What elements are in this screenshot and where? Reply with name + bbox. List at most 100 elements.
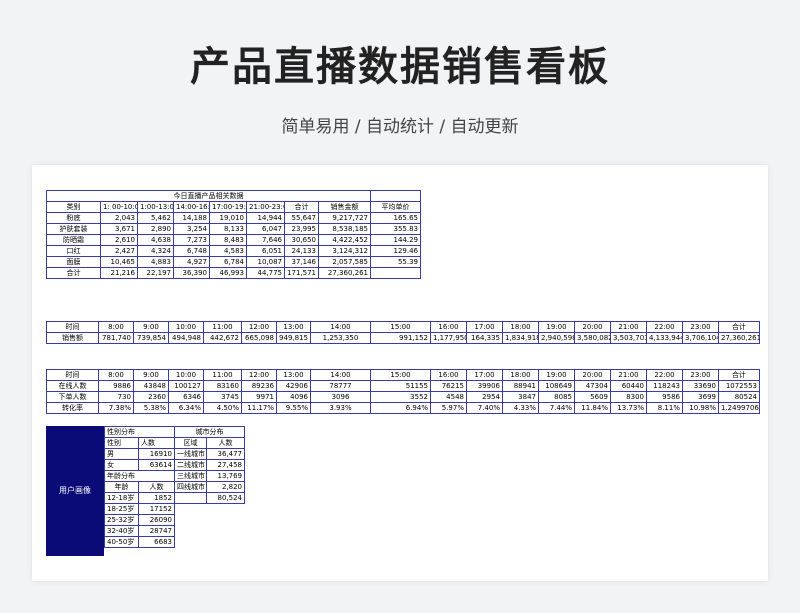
table-row: 护肤套装 3,671 2,890 3,254 8,133 6,047 23,995 8,538… — [46, 223, 421, 235]
table-cell: 47304 — [574, 380, 611, 392]
table-cell: 3096 — [310, 391, 371, 403]
table-cell: 3,671 — [100, 223, 138, 235]
table-row: 转化率 7.38% 5.38% 6.34% 4.50% 11.17% 9.55% 3.93% 6… — [46, 402, 760, 414]
table-row: 防晒霜 2,610 4,638 7,273 8,483 7,646 30,650 4,422,… — [46, 234, 421, 246]
table-cell: 5.38% — [133, 402, 169, 414]
table-header-row: 时间 8:00 9:00 10:00 11:00 12:00 13:00 14:00 15:00… — [46, 369, 760, 381]
table-cell: 165.65 — [370, 212, 421, 224]
column-header: 人数 — [138, 481, 175, 493]
table-cell: 44,775 — [246, 267, 285, 279]
page-subtitle: 简单易用 / 自动统计 / 自动更新 — [281, 117, 519, 137]
table-row: 在线人数 9886 43848 100127 83160 89236 42906 78777 5… — [46, 380, 760, 392]
column-header: 21:00-23:00 — [246, 201, 285, 213]
table-cell: 22,197 — [137, 267, 174, 279]
column-header: 人数 — [206, 437, 245, 449]
table-row: 80,524 — [174, 492, 245, 504]
table-cell: 8:00 — [98, 321, 134, 333]
table-row: 12-18岁 1852 — [104, 492, 175, 504]
row-label: 合计 — [46, 267, 101, 279]
table-cell: 3,124,312 — [318, 245, 371, 257]
section-title-row: 性别分布 — [104, 426, 175, 438]
user-portrait-label: 用户画像 — [46, 426, 104, 556]
table-cell: 6,748 — [173, 245, 210, 257]
table-cell: 18:00 — [502, 321, 539, 333]
spreadsheet-panel: 今日直播产品相关数据 类别 1: 00-10:0 1:00-13:0 14:00-16… — [32, 165, 768, 581]
table-cell: 4548 — [430, 391, 467, 403]
table-cell: 2,610 — [100, 234, 138, 246]
table-cell: 8.11% — [646, 402, 683, 414]
table-cell: 100127 — [168, 380, 204, 392]
table-cell: 21,216 — [100, 267, 138, 279]
table-cell: 21:00 — [610, 369, 647, 381]
table-cell: 27,458 — [206, 459, 245, 471]
table-cell: 46,993 — [209, 267, 247, 279]
table-cell: 3,503,701 — [610, 332, 647, 344]
table-cell: 2,890 — [137, 223, 174, 235]
table-cell: 3.93% — [310, 402, 371, 414]
table-cell: 1852 — [138, 492, 175, 504]
table-cell: 19:00 — [538, 369, 575, 381]
table-cell: 17:00 — [466, 321, 503, 333]
column-header: 销售金额 — [318, 201, 371, 213]
table-cell: 5.97% — [430, 402, 467, 414]
table-cell: 51155 — [370, 380, 431, 392]
table-cell: 88941 — [502, 380, 539, 392]
table-cell: 39906 — [466, 380, 503, 392]
table-cell: 8,133 — [209, 223, 247, 235]
table-cell: 3699 — [682, 391, 719, 403]
table-header-row: 类别1: 00-10:01:00-13:014:00-16:017:00-19:… — [46, 201, 421, 213]
page-title: 产品直播数据销售看板 — [190, 44, 610, 90]
table-cell: 781,740 — [98, 332, 134, 344]
row-label: 一线城市 — [174, 448, 207, 460]
column-header: 类别 — [46, 201, 101, 213]
product-data-table: 今日直播产品相关数据 类别 1: 00-10:0 1:00-13:0 14:00-16… — [46, 190, 421, 279]
table-cell: 17152 — [138, 503, 175, 515]
table-cell: 24,133 — [284, 245, 319, 257]
table-cell: 10,087 — [246, 256, 285, 268]
table-cell: 18:00 — [502, 369, 539, 381]
table-cell: 4,638 — [137, 234, 174, 246]
table-cell: 9971 — [241, 391, 277, 403]
table-cell: 33690 — [682, 380, 719, 392]
table-cell: 2,820 — [206, 481, 245, 493]
table-header-row: 年龄 人数 — [104, 481, 175, 493]
table-cell: 20:00 — [574, 369, 611, 381]
table-cell: 2,057,585 — [318, 256, 371, 268]
table-cell: 1.24997069 — [718, 402, 760, 414]
table-cell: 12:00 — [241, 321, 277, 333]
table-cell: 949,815 — [276, 332, 311, 344]
table-cell: 9,217,727 — [318, 212, 371, 224]
table-cell: 22:00 — [646, 321, 683, 333]
table-cell: 17:00 — [466, 369, 503, 381]
table-cell: 19,010 — [209, 212, 247, 224]
table-cell: 36,390 — [173, 267, 210, 279]
table-row: 下单人数 730 2360 6346 3745 9971 4096 3096 3552 4548 2… — [46, 391, 760, 403]
table-cell: 171,571 — [284, 267, 319, 279]
table-cell: 3745 — [203, 391, 242, 403]
table-row: 粉底 2,043 5,462 14,188 19,010 14,944 55,647 9,21… — [46, 212, 421, 224]
table-cell: 14,944 — [246, 212, 285, 224]
row-label: 25-32岁 — [104, 514, 139, 526]
table-cell: 42906 — [276, 380, 311, 392]
table-cell: 10,465 — [100, 256, 138, 268]
table-row: 一线城市 36,477 — [174, 448, 245, 460]
table-cell: 4,133,944 — [646, 332, 683, 344]
table-cell: 14:00 — [310, 369, 371, 381]
table-cell: 7,273 — [173, 234, 210, 246]
table-cell: 9:00 — [133, 321, 169, 333]
table-cell: 13:00 — [276, 321, 311, 333]
table-cell: 6346 — [168, 391, 204, 403]
table-cell: 4,927 — [173, 256, 210, 268]
table-cell: 4.50% — [203, 402, 242, 414]
row-label: 护肤套装 — [46, 223, 101, 235]
column-header: 17:00-19:0 — [209, 201, 247, 213]
table-cell: 2,427 — [100, 245, 138, 257]
table-cell — [370, 267, 421, 279]
age-section-title: 年龄分布 — [104, 470, 175, 482]
table-cell: 23:00 — [682, 369, 719, 381]
table-cell: 11.17% — [241, 402, 277, 414]
table-cell: 4,324 — [137, 245, 174, 257]
row-label: 转化率 — [46, 402, 99, 414]
table-cell: 21:00 — [610, 321, 647, 333]
table-cell: 63614 — [138, 459, 175, 471]
